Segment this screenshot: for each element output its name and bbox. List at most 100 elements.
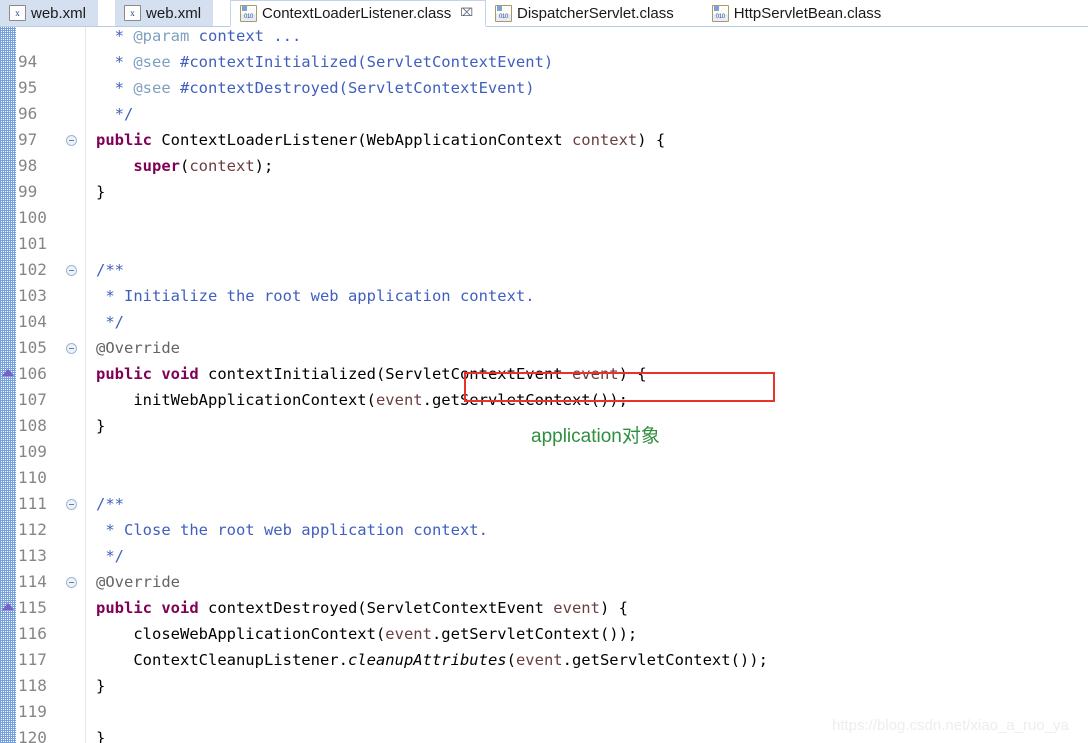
note-annotation: application对象 [531, 426, 660, 447]
code-line[interactable]: 103 * Initialize the root web applicatio… [0, 283, 1088, 309]
code-line-text: @Override [96, 573, 180, 591]
line-number: 103 [18, 286, 47, 305]
code-line[interactable]: 110 [0, 465, 1088, 491]
class-icon-corner [713, 5, 719, 11]
tab-web-xml-2[interactable]: x web.xml [115, 0, 214, 26]
code-line-text: public ContextLoaderListener(WebApplicat… [96, 131, 666, 149]
code-line-text: super(context); [133, 157, 274, 175]
code-line-text: ContextCleanupListener.cleanupAttributes… [96, 651, 768, 669]
code-line[interactable]: 99} [0, 179, 1088, 205]
code-line-text: } [96, 729, 106, 743]
line-number: 112 [18, 520, 47, 539]
code-line[interactable]: 94 * @see #contextInitialized(ServletCon… [0, 49, 1088, 75]
code-line-text: initWebApplicationContext(event.getServl… [96, 391, 628, 409]
code-fold-toggle-icon[interactable] [66, 343, 77, 354]
class-icon-corner [497, 5, 502, 11]
code-line[interactable]: 106 public void contextInitialized(Servle… [0, 361, 1088, 387]
tab-dispatcherservlet-class[interactable]: 010 DispatcherServlet.class [486, 0, 686, 26]
line-number: 96 [18, 104, 38, 123]
tab-label: web.xml [31, 4, 87, 22]
code-line-text: * Close the root web application context… [96, 521, 488, 539]
code-line-text: @Override [96, 339, 180, 357]
line-number: 105 [18, 338, 47, 357]
code-line-text: * @see #contextInitialized(ServletContex… [96, 53, 554, 71]
line-number: 119 [18, 702, 47, 721]
code-fold-toggle-icon[interactable] [66, 265, 77, 276]
line-number: 114 [18, 572, 47, 591]
class-file-icon: 010 [711, 4, 729, 22]
class-icon-bits: 010 [241, 13, 257, 21]
code-line[interactable]: 112 * Close the root web application con… [0, 517, 1088, 543]
tab-label: HttpServletBean.class [733, 4, 882, 22]
tab-web-xml-1[interactable]: x web.xml [0, 0, 99, 26]
code-line-text: closeWebApplicationContext(event.getServ… [96, 625, 638, 643]
watermark-text: https://blog.csdn.net/xiao_a_ruo_ya [832, 717, 1069, 734]
override-marker-icon [2, 603, 14, 610]
code-line[interactable]: 105 @Override [0, 335, 1088, 361]
line-number: 101 [18, 234, 47, 253]
code-line[interactable]: 102 /** [0, 257, 1088, 283]
code-line-text: /** [96, 261, 124, 279]
editor-tab-bar: x web.xml x web.xml 010 ContextLoaderLis… [0, 0, 1088, 27]
tab-label: DispatcherServlet.class [517, 4, 674, 22]
class-icon-bits: 010 [496, 13, 511, 21]
code-line[interactable]: 117 ContextCleanupListener.cleanupAttrib… [0, 647, 1088, 673]
code-line-text: public void contextDestroyed(ServletCont… [96, 599, 628, 617]
tab-httpservletbean-class[interactable]: 010 HttpServletBean.class [702, 0, 894, 26]
line-number: 107 [18, 390, 47, 409]
code-line-text: */ [96, 313, 124, 331]
line-number: 111 [18, 494, 47, 513]
code-line[interactable]: 98 super(context); [0, 153, 1088, 179]
code-line[interactable]: 101 [0, 231, 1088, 257]
code-line-text: * @param context ... [96, 27, 302, 45]
code-line-text: * @see #contextDestroyed(ServletContextE… [96, 79, 535, 97]
line-number: 120 [18, 728, 47, 743]
line-number: 116 [18, 624, 47, 643]
code-line[interactable]: 116 closeWebApplicationContext(event.get… [0, 621, 1088, 647]
close-icon[interactable]: ⌧ [460, 7, 473, 19]
code-line[interactable]: 107 initWebApplicationContext(event.getS… [0, 387, 1088, 413]
tab-label: web.xml [146, 4, 202, 22]
line-number: 106 [18, 364, 47, 383]
line-number: 99 [18, 182, 38, 201]
code-line[interactable]: 111 /** [0, 491, 1088, 517]
code-line[interactable]: 115 public void contextDestroyed(ServletC… [0, 595, 1088, 621]
code-editor[interactable]: * @param context ... 94 * @see #contextIn… [0, 27, 1088, 743]
code-fold-toggle-icon[interactable] [66, 499, 77, 510]
line-number: 95 [18, 78, 38, 97]
tab-spacer-2 [213, 0, 231, 26]
line-number: 118 [18, 676, 47, 695]
class-file-icon: 010 [495, 4, 512, 22]
code-line-text: * Initialize the root web application co… [96, 287, 535, 305]
code-fold-toggle-icon[interactable] [66, 135, 77, 146]
xml-file-icon: x [124, 5, 142, 21]
line-number: 94 [18, 52, 38, 71]
tab-spacer-3 [685, 0, 703, 26]
class-icon-bits: 010 [712, 13, 728, 21]
line-number: 113 [18, 546, 47, 565]
line-number: 102 [18, 260, 47, 279]
code-line[interactable]: 97 public ContextLoaderListener(WebApplic… [0, 127, 1088, 153]
code-line[interactable]: * @param context ... [0, 27, 1088, 49]
code-line[interactable]: 114 @Override [0, 569, 1088, 595]
code-line[interactable]: 95 * @see #contextDestroyed(ServletConte… [0, 75, 1088, 101]
code-line[interactable]: 104 */ [0, 309, 1088, 335]
tab-contextloaderlistener-class[interactable]: 010 ContextLoaderListener.class ⌧ [230, 0, 486, 27]
line-number: 110 [18, 468, 47, 487]
code-fold-toggle-icon[interactable] [66, 577, 77, 588]
tab-spacer-1 [98, 0, 116, 26]
code-line-text: } [96, 417, 106, 435]
code-line[interactable]: 118} [0, 673, 1088, 699]
line-number: 98 [18, 156, 38, 175]
code-line[interactable]: 96 */ [0, 101, 1088, 127]
code-line[interactable]: 113 */ [0, 543, 1088, 569]
code-line-text: } [96, 183, 106, 201]
class-icon-corner [242, 5, 248, 11]
code-line-text: public void contextInitialized(ServletCo… [96, 365, 647, 383]
tab-label: ContextLoaderListener.class [262, 4, 452, 22]
code-line-text: */ [96, 105, 134, 123]
override-marker-icon [2, 369, 14, 376]
code-line[interactable]: 100 [0, 205, 1088, 231]
code-line-text: /** [96, 495, 124, 513]
line-number: 115 [18, 598, 47, 617]
